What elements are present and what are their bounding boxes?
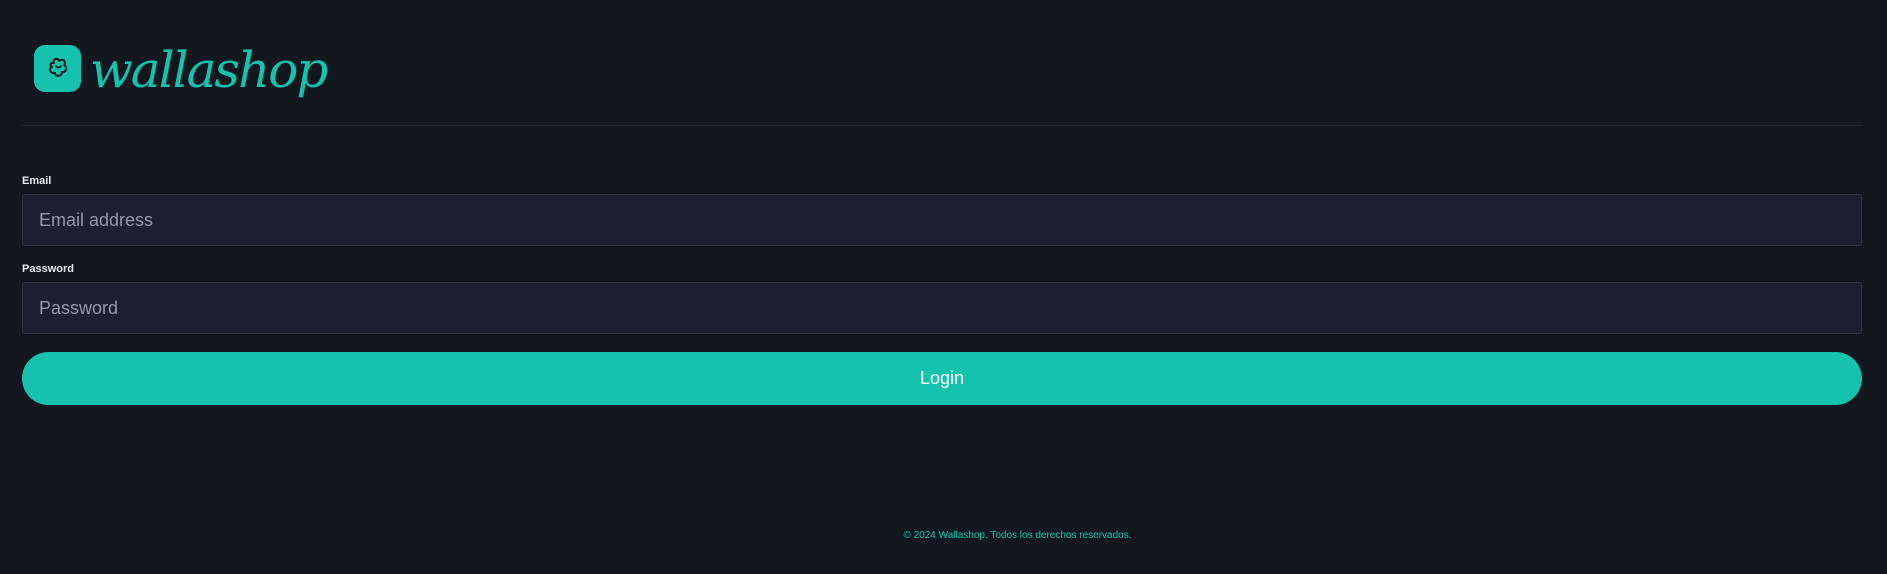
login-button[interactable]: Login (22, 352, 1862, 405)
home-logo-link[interactable]: wallashop (34, 41, 328, 99)
page-header: wallashop (22, 0, 1862, 126)
shopping-bag-logo-icon (34, 45, 81, 92)
password-label: Password (22, 263, 74, 275)
login-form: Email Password Login (22, 174, 1862, 405)
email-field[interactable] (22, 194, 1862, 246)
email-label: Email (22, 175, 52, 187)
footer-copyright: © 2024 Wallashop. Todos los derechos res… (903, 530, 1132, 541)
password-field[interactable] (22, 282, 1862, 334)
brand-name: wallashop (90, 41, 328, 99)
